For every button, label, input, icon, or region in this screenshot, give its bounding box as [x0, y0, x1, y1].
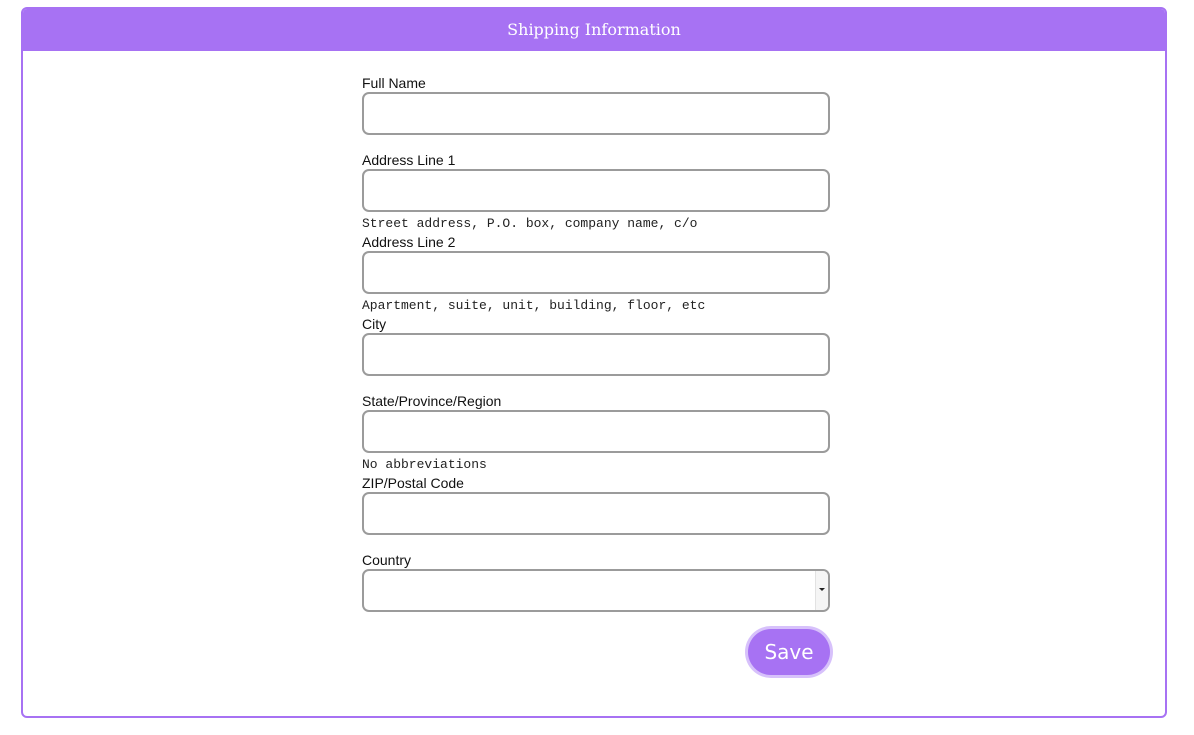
city-input[interactable]: [362, 333, 830, 376]
panel-title: Shipping Information: [23, 9, 1165, 51]
address-line-2-label: Address Line 2: [362, 234, 456, 250]
chevron-down-icon: [819, 588, 825, 591]
city-label: City: [362, 316, 387, 332]
state-label: State/Province/Region: [362, 393, 502, 409]
state-hint: No abbreviations: [362, 457, 487, 472]
state-input[interactable]: [362, 410, 830, 453]
full-name-label: Full Name: [362, 75, 426, 91]
shipping-form: Full Name Address Line 1 Street address,…: [362, 74, 830, 689]
address-line-2-hint: Apartment, suite, unit, building, floor,…: [362, 298, 706, 313]
address-line-1-label: Address Line 1: [362, 152, 456, 168]
shipping-panel: Shipping Information Full Name Address L…: [21, 7, 1167, 718]
country-select[interactable]: [362, 569, 830, 612]
address-line-1-input[interactable]: [362, 169, 830, 212]
save-button[interactable]: Save: [748, 629, 830, 675]
address-line-1-hint: Street address, P.O. box, company name, …: [362, 216, 698, 231]
form-actions: Save: [362, 629, 830, 689]
zip-label: ZIP/Postal Code: [362, 475, 464, 491]
zip-input[interactable]: [362, 492, 830, 535]
address-line-2-input[interactable]: [362, 251, 830, 294]
country-label: Country: [362, 552, 412, 568]
country-dropdown-button[interactable]: [815, 571, 828, 610]
full-name-input[interactable]: [362, 92, 830, 135]
